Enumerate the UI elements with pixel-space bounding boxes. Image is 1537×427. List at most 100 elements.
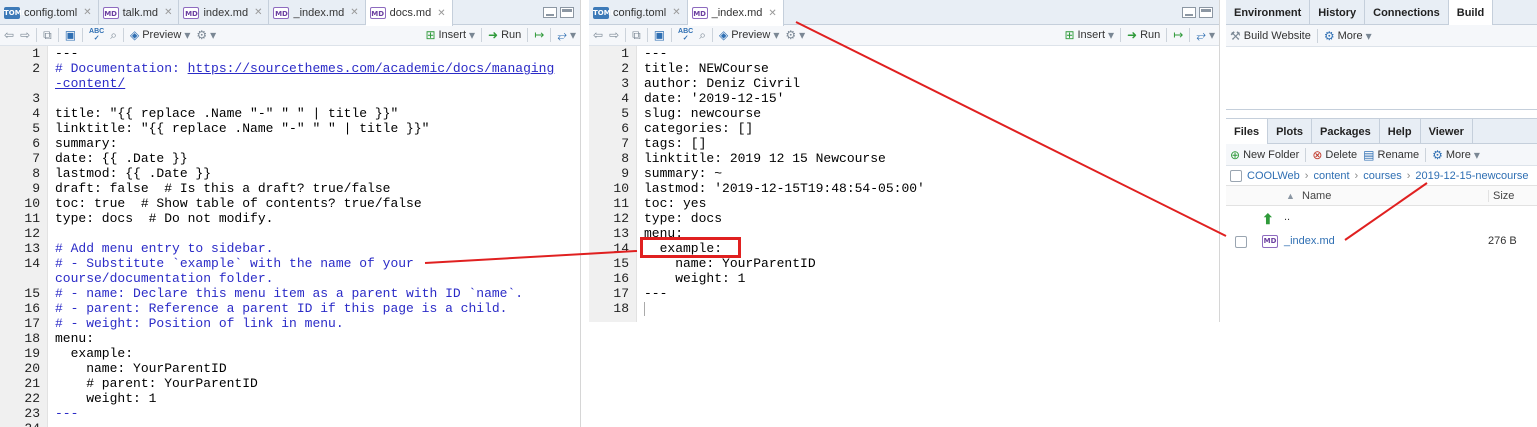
breadcrumb-link[interactable]: content [1313,170,1349,182]
file-row[interactable]: MD _index.md 276 B [1226,230,1537,254]
close-icon[interactable]: ✕ [164,7,172,18]
parent-directory-row[interactable]: ⬆ .. [1226,206,1537,230]
breadcrumb: COOLWeb › content › courses › 2019-12-15-newco… [1226,166,1537,186]
code-text-content: weight: 1 [644,271,746,286]
panel-tab[interactable]: Help [1380,119,1421,144]
forward-arrow-icon[interactable]: ⇨ [609,28,619,42]
close-icon[interactable]: ✕ [350,7,358,18]
sort-ascending-icon[interactable]: ▲ [1286,191,1295,201]
close-icon[interactable]: ✕ [254,7,262,18]
breadcrumb-link[interactable]: courses [1363,170,1402,182]
middle-code-editor[interactable]: 1 --- 2 title: NEWCourse 3 author: Deniz Civr… [589,46,1219,322]
files-toolbar: ⊕ New Folder ⊗ Delete ▤ Rename ⚙ More ▾ [1226,144,1537,166]
settings-button[interactable]: ⚙ ▾ [196,28,216,42]
code-line: 19 example: [0,346,580,361]
more-button[interactable]: ⚙ More ▾ [1324,29,1372,43]
code-line: 4 date: '2019-12-15' [589,91,1219,106]
forward-arrow-icon[interactable]: ⇨ [20,28,30,42]
close-icon[interactable]: ✕ [437,8,445,19]
show-in-new-window-icon[interactable]: ⧉ [632,28,641,43]
code-text: categories: [] [644,121,753,136]
search-icon[interactable]: ⌕ [699,28,706,43]
rerun-icon[interactable]: ↦ [1173,28,1183,42]
line-number: 14 [24,256,40,271]
close-icon[interactable]: ✕ [83,7,91,18]
code-link[interactable]: -content/ [55,76,125,91]
minimize-pane-button[interactable] [543,7,557,18]
file-checkbox[interactable] [1235,236,1247,248]
rename-button[interactable]: ▤ Rename [1363,148,1419,162]
insert-chunk-button[interactable]: ⊞ Insert ▾ [1064,28,1114,42]
panel-tab[interactable]: Build [1448,0,1494,25]
panel-tab[interactable]: Plots [1268,119,1312,144]
rerun-icon[interactable]: ↦ [534,28,544,42]
spellcheck-icon[interactable]: ABC ✓ [89,28,104,42]
preview-button[interactable]: ◈ Preview ▾ [130,28,190,42]
code-text-content: weight: 1 [55,391,157,406]
new-folder-button[interactable]: ⊕ New Folder [1230,148,1299,162]
panel-tab[interactable]: Viewer [1421,119,1473,144]
maximize-pane-button[interactable] [560,7,574,18]
code-text: title: "{{ replace .Name "-" " " | title… [55,106,398,121]
show-in-new-window-icon[interactable]: ⧉ [43,28,52,43]
editor-tab[interactable]: MD index.md ✕ [179,0,270,25]
breadcrumb-link[interactable]: 2019-12-15-newcourse [1415,170,1528,182]
line-number: 9 [621,166,629,181]
size-column-header[interactable]: Size [1488,189,1514,202]
panel-tab[interactable]: Connections [1365,0,1449,25]
insert-chunk-button[interactable]: ⊞ Insert ▾ [425,28,475,42]
line-number: 19 [24,346,40,361]
code-line: 8 linktitle: 2019 12 15 Newcourse [589,151,1219,166]
editor-tab[interactable]: MD talk.md ✕ [99,0,180,25]
settings-button[interactable]: ⚙ ▾ [785,28,805,42]
code-text: summary: [55,136,117,151]
panel-tab[interactable]: Environment [1226,0,1311,25]
panel-tab[interactable]: Files [1226,119,1269,144]
spellcheck-icon[interactable]: ABC ✓ [678,28,693,42]
source-menu-button[interactable]: ⥂ ▾ [557,28,576,43]
editor-tab[interactable]: MD _index.md ✕ [269,0,366,25]
editor-tab[interactable]: TOML config.toml ✕ [0,0,99,25]
editor-tab[interactable]: TOML config.toml ✕ [589,0,688,25]
source-icon: ⥂ [557,27,567,42]
code-link[interactable]: https://sourcethemes.com/academic/docs/m… [188,61,555,76]
source-menu-button[interactable]: ⥂ ▾ [1196,28,1215,43]
name-column-header[interactable]: Name [1302,190,1331,202]
gear-icon: ⚙ [785,28,797,42]
select-all-checkbox[interactable] [1230,169,1242,182]
close-icon[interactable]: ✕ [768,8,776,19]
breadcrumb-link[interactable]: COOLWeb [1247,170,1300,182]
code-line: 4 title: "{{ replace .Name "-" " " | titl… [0,106,580,121]
left-code-editor[interactable]: 1 --- 2 # Documentation: https://sourcethem… [0,46,580,427]
panel-tab[interactable]: History [1310,0,1366,25]
parent-directory-label[interactable]: .. [1284,211,1290,223]
close-icon[interactable]: ✕ [672,7,680,18]
save-icon[interactable]: ▣ [65,28,76,42]
minimize-pane-button[interactable] [1182,7,1196,18]
back-arrow-icon[interactable]: ⇦ [4,28,14,42]
middle-editor-pane: TOML config.toml ✕ MD _index.md ✕ ⇦ ⇨ ⧉ ▣ ABC… [589,0,1220,322]
build-website-button[interactable]: ⚒ Build Website [1230,29,1311,43]
save-icon[interactable]: ▣ [654,28,665,42]
preview-button[interactable]: ◈ Preview ▾ [719,28,779,42]
run-button[interactable]: ➜ Run [488,28,521,42]
editor-tab[interactable]: MD _index.md ✕ [687,0,784,26]
toolbar-divider [527,28,529,42]
preview-label: Preview [142,29,182,41]
maximize-pane-button[interactable] [1199,7,1213,18]
code-line: 1 --- [0,46,580,61]
file-name-link[interactable]: _index.md [1284,235,1335,247]
run-button[interactable]: ➜ Run [1127,28,1160,42]
line-number: 4 [621,91,629,106]
back-arrow-icon[interactable]: ⇦ [593,28,603,42]
delete-button[interactable]: ⊗ Delete [1312,148,1357,162]
more-button[interactable]: ⚙ More ▾ [1432,148,1480,162]
chevron-down-icon: ▾ [1108,28,1115,42]
insert-label: Insert [438,29,467,41]
panel-tab[interactable]: Packages [1312,119,1380,144]
editor-tab-label: _index.md [711,7,763,19]
editor-tab[interactable]: MD docs.md ✕ [365,0,453,26]
search-icon[interactable]: ⌕ [110,28,117,43]
code-line: 15 name: YourParentID [589,256,1219,271]
gear-icon: ⚙ [1323,28,1335,43]
